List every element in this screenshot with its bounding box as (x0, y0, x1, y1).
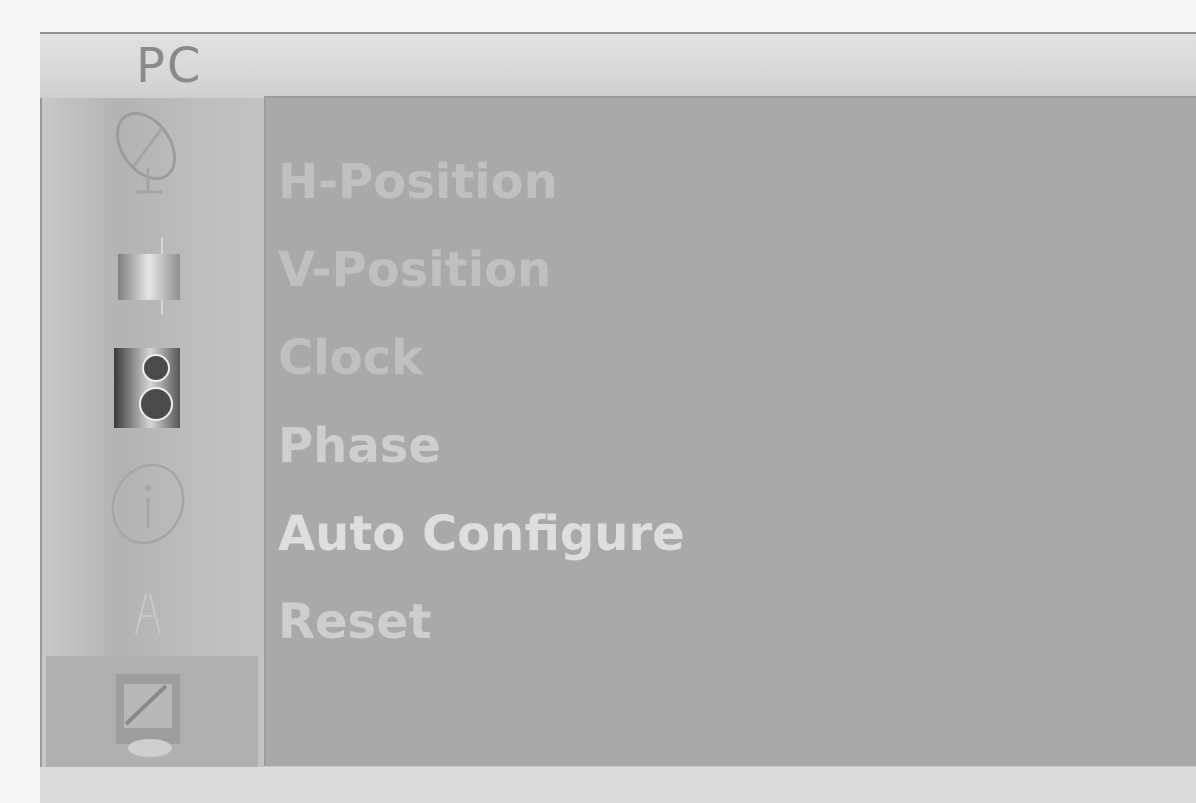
menu-panel: H-Position V-Position Clock Phase Auto C… (264, 96, 1196, 766)
speaker-icon[interactable] (106, 342, 188, 432)
menu-item-h-position[interactable]: H-Position (278, 138, 685, 226)
menu-title: PC (136, 38, 203, 94)
info-icon[interactable] (106, 458, 188, 548)
monitor-picture-icon[interactable] (106, 232, 188, 322)
pc-setup-icon[interactable] (106, 668, 188, 758)
menu-list: H-Position V-Position Clock Phase Auto C… (278, 138, 685, 666)
satellite-dish-icon[interactable] (106, 106, 188, 196)
menu-item-phase[interactable]: Phase (278, 402, 685, 490)
menu-item-auto-configure[interactable]: Auto Configure (278, 490, 685, 578)
menu-item-reset[interactable]: Reset (278, 578, 685, 666)
menu-item-v-position[interactable]: V-Position (278, 226, 685, 314)
sidebar (42, 98, 264, 768)
menu-item-clock[interactable]: Clock (278, 314, 685, 402)
bottom-bar (40, 767, 1196, 803)
special-icon[interactable] (106, 564, 188, 654)
title-bar: PC (40, 34, 1196, 98)
osd-window: PC H-Position V-Position Clock Phase Aut… (40, 32, 1196, 803)
